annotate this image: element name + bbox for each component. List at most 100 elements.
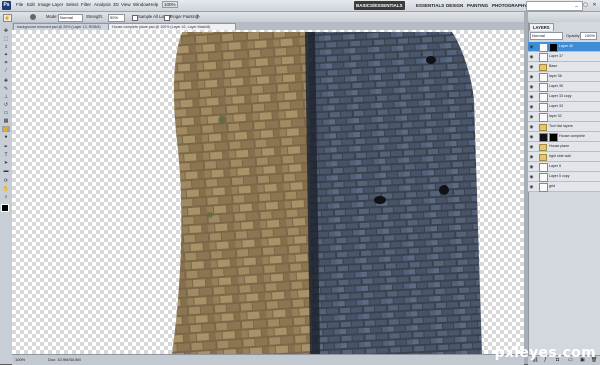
menu-edit[interactable]: Edit bbox=[27, 2, 35, 7]
gradient-tool-icon[interactable]: ▦ bbox=[2, 118, 10, 124]
folder-icon bbox=[539, 64, 547, 71]
layer-thumbnail bbox=[539, 83, 548, 92]
visibility-eye-icon[interactable]: ◉ bbox=[529, 54, 534, 59]
close-button[interactable]: ✕ bbox=[590, 1, 599, 9]
workspace-photography[interactable]: PHOTOGRAPHY bbox=[490, 1, 529, 10]
strength-label: Strength: bbox=[86, 14, 103, 19]
eyedropper-tool-icon[interactable]: ⁄ bbox=[2, 68, 10, 74]
workspace-essentials[interactable]: ESSENTIALS bbox=[414, 1, 446, 10]
visibility-eye-icon[interactable]: ◉ bbox=[529, 104, 534, 109]
hand-tool-icon[interactable]: ✋ bbox=[2, 186, 10, 192]
screen-mode-zoom[interactable]: 100% bbox=[162, 1, 178, 8]
visibility-eye-icon[interactable]: ◉ bbox=[529, 184, 534, 189]
menu-3d[interactable]: 3D bbox=[113, 2, 119, 7]
3d-rotate-tool-icon[interactable]: ⟳ bbox=[2, 178, 10, 184]
menu-file[interactable]: File bbox=[16, 2, 23, 7]
layer-row[interactable]: ◉ right side wall bbox=[528, 152, 600, 162]
menu-window[interactable]: Window bbox=[133, 2, 149, 7]
lasso-tool-icon[interactable]: ↄ bbox=[2, 44, 10, 50]
layer-row[interactable]: ◉ layer 36 bbox=[528, 72, 600, 82]
quick-select-tool-icon[interactable]: ✦ bbox=[2, 52, 10, 58]
path-select-tool-icon[interactable]: ➤ bbox=[2, 160, 10, 166]
visibility-eye-icon[interactable]: ◉ bbox=[529, 84, 534, 89]
layer-row[interactable]: ◉ Base bbox=[528, 62, 600, 72]
menu-filter[interactable]: Filter bbox=[81, 2, 91, 7]
menu-select[interactable]: Select bbox=[66, 2, 79, 7]
visibility-eye-icon[interactable]: ◉ bbox=[529, 114, 534, 119]
layer-name: Layer 42 bbox=[559, 44, 573, 48]
layer-thumbnail bbox=[539, 113, 548, 122]
pressure-icon[interactable]: ✎ bbox=[196, 14, 202, 20]
visibility-eye-icon[interactable]: ◉ bbox=[529, 74, 534, 79]
mode-select[interactable]: Normal bbox=[58, 14, 83, 22]
layer-row[interactable]: ◉ Layer 5 bbox=[528, 162, 600, 172]
visibility-eye-icon[interactable]: ◉ bbox=[529, 64, 534, 69]
layer-row[interactable]: ◉ House complete bbox=[528, 132, 600, 142]
layer-name: Layer 33 copy bbox=[549, 94, 572, 98]
layer-mask-thumbnail[interactable] bbox=[549, 43, 558, 52]
smudge-tool-preset-icon[interactable]: ☝ bbox=[3, 14, 12, 22]
document-size: Doc: 10.9M/34.5M bbox=[48, 357, 81, 362]
minimize-button[interactable]: _ bbox=[572, 1, 581, 9]
type-tool-icon[interactable]: T bbox=[2, 152, 10, 158]
layer-name: House plane bbox=[549, 144, 570, 148]
workspace-basics[interactable]: BASICS/ESSENTIALS bbox=[354, 1, 405, 10]
opacity-field[interactable]: 100% bbox=[580, 32, 597, 40]
layer-row[interactable]: ◉ layer 32 bbox=[528, 112, 600, 122]
move-tool-icon[interactable]: ✥ bbox=[2, 28, 10, 34]
layer-row[interactable]: ◉ Layer 33 bbox=[528, 102, 600, 112]
eraser-tool-icon[interactable]: ▭ bbox=[2, 110, 10, 116]
folder-icon bbox=[539, 144, 547, 151]
healing-tool-icon[interactable]: ✚ bbox=[2, 78, 10, 84]
pen-tool-icon[interactable]: ✒ bbox=[2, 144, 10, 150]
workspace-design[interactable]: DESIGN bbox=[444, 1, 465, 10]
foreground-color-swatch[interactable] bbox=[1, 204, 9, 212]
menu-layer[interactable]: Layer bbox=[52, 2, 63, 7]
marquee-tool-icon[interactable]: ⬚ bbox=[2, 36, 10, 42]
visibility-eye-icon[interactable]: ◉ bbox=[529, 174, 534, 179]
layer-row[interactable]: ◉ House plane bbox=[528, 142, 600, 152]
strength-field[interactable]: 50% bbox=[108, 14, 125, 22]
zoom-tool-icon[interactable]: ⌕ bbox=[2, 194, 10, 200]
history-brush-tool-icon[interactable]: ↺ bbox=[2, 102, 10, 108]
layer-row[interactable]: ◉ Layer 5 copy bbox=[528, 172, 600, 182]
crop-tool-icon[interactable]: ⌗ bbox=[2, 60, 10, 66]
visibility-eye-icon[interactable]: ◉ bbox=[529, 144, 534, 149]
blend-mode-select[interactable]: Normal bbox=[530, 32, 563, 40]
visibility-eye-icon[interactable]: ◉ bbox=[529, 164, 534, 169]
visibility-eye-icon[interactable]: ◉ bbox=[529, 44, 534, 49]
menu-help[interactable]: Help bbox=[149, 2, 158, 7]
brush-tool-icon[interactable]: ✎ bbox=[2, 86, 10, 92]
layer-row[interactable]: ◉ grid bbox=[528, 182, 600, 192]
layer-name: Layer 5 copy bbox=[549, 174, 570, 178]
layer-name: layer 32 bbox=[549, 114, 562, 118]
shape-tool-icon[interactable]: ▬ bbox=[2, 168, 10, 174]
canvas[interactable] bbox=[12, 30, 524, 354]
layer-name: Tool hist layers bbox=[549, 124, 573, 128]
visibility-eye-icon[interactable]: ◉ bbox=[529, 94, 534, 99]
menu-analysis[interactable]: Analysis bbox=[94, 2, 111, 7]
layer-row[interactable]: ◉ Layer 33 copy bbox=[528, 92, 600, 102]
menu-image[interactable]: Image bbox=[38, 2, 51, 7]
menu-view[interactable]: View bbox=[121, 2, 131, 7]
brush-preset-icon[interactable] bbox=[30, 14, 36, 20]
clone-stamp-tool-icon[interactable]: ⊥ bbox=[2, 94, 10, 100]
visibility-eye-icon[interactable]: ◉ bbox=[529, 154, 534, 159]
layer-row[interactable]: ◉ Tool hist layers bbox=[528, 122, 600, 132]
visibility-eye-icon[interactable]: ◉ bbox=[529, 134, 534, 139]
tab-layers[interactable]: LAYERS bbox=[529, 23, 554, 31]
zoom-level[interactable]: 100% bbox=[15, 357, 25, 362]
maximize-button[interactable]: ▢ bbox=[581, 1, 590, 9]
layer-name: House complete bbox=[559, 134, 585, 138]
menu-bar: Ps File Edit Image Layer Select Filter A… bbox=[0, 0, 600, 12]
visibility-eye-icon[interactable]: ◉ bbox=[529, 124, 534, 129]
layer-row[interactable]: ◉ Layer 35 bbox=[528, 82, 600, 92]
smudge-tool-icon[interactable]: ☝ bbox=[2, 126, 10, 132]
dodge-tool-icon[interactable]: ● bbox=[2, 134, 10, 140]
stone-wall-artwork bbox=[172, 32, 482, 354]
layer-row[interactable]: ◉ Layer 42 bbox=[528, 42, 600, 52]
folder-icon bbox=[539, 154, 547, 161]
workspace-painting[interactable]: PAINTING bbox=[465, 1, 490, 10]
layer-row[interactable]: ◉ Layer 37 bbox=[528, 52, 600, 62]
layer-mask-thumbnail[interactable] bbox=[549, 133, 558, 142]
